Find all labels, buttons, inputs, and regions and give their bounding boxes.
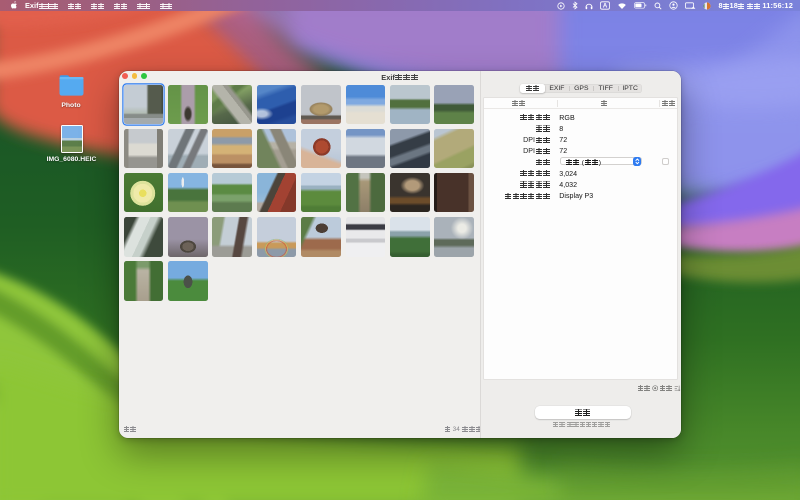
svg-text:A: A [602,4,607,10]
